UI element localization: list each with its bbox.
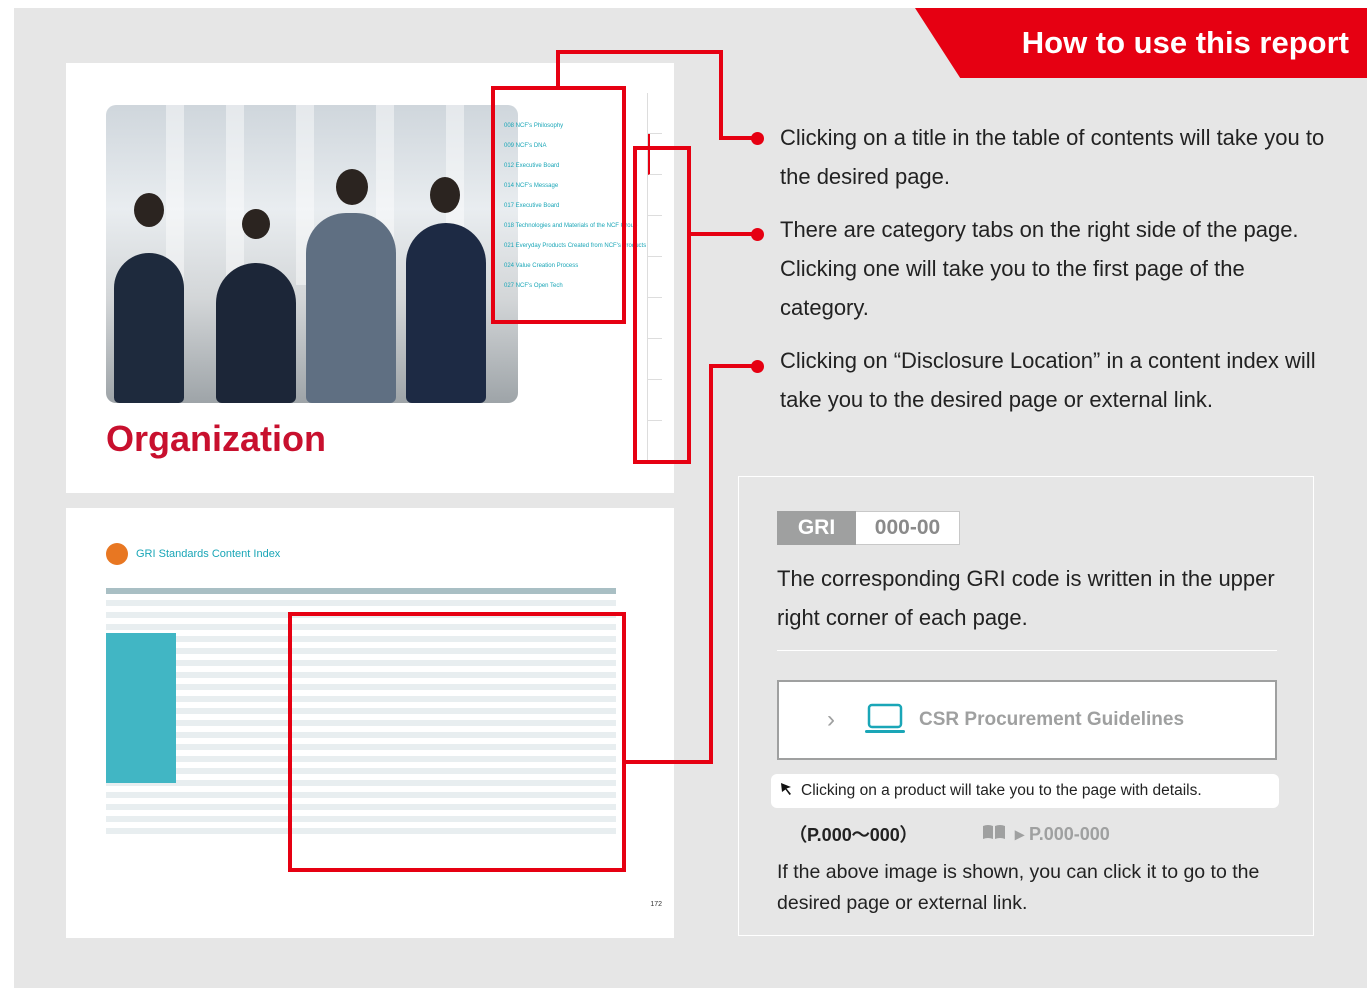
- connector-line: [556, 50, 723, 54]
- connector-dot: [751, 360, 764, 373]
- page-reference-link[interactable]: ▸ P.000-000: [981, 823, 1110, 846]
- chevron-right-icon: ›: [827, 706, 835, 733]
- page-banner: How to use this report: [915, 8, 1367, 78]
- gri-explanation: The corresponding GRI code is written in…: [777, 566, 1275, 630]
- gri-category-cell: [106, 633, 176, 783]
- book-icon: [981, 823, 1007, 846]
- connector-line: [719, 50, 723, 140]
- page-reference-text: ▸ P.000-000: [1015, 824, 1110, 844]
- click-note-text: Clicking on a product will take you to t…: [801, 782, 1202, 799]
- connector-line: [624, 760, 713, 764]
- gri-code: 000-00: [856, 511, 960, 545]
- info-box: GRI 000-00 The corresponding GRI code is…: [738, 476, 1314, 936]
- cursor-icon: [779, 781, 795, 802]
- tabs-description: There are category tabs on the right sid…: [780, 217, 1299, 320]
- click-note: Clicking on a product will take you to t…: [771, 774, 1279, 808]
- page-title: Organization: [106, 418, 327, 459]
- gri-code-tag: GRI 000-00: [777, 511, 960, 545]
- team-photo: [106, 105, 518, 403]
- gri-logo-icon: [106, 543, 128, 565]
- connector-line: [709, 364, 713, 764]
- connector-line: [556, 50, 560, 88]
- gri-index-header: GRI Standards Content Index: [106, 543, 280, 565]
- page-reference[interactable]: （P.000〜000）: [789, 821, 918, 847]
- disclosure-description: Clicking on “Disclosure Location” in a c…: [780, 348, 1316, 412]
- disclosure-highlight: [288, 612, 626, 872]
- toc-highlight: [491, 86, 626, 324]
- category-tab[interactable]: [648, 93, 662, 134]
- divider: [777, 650, 1277, 651]
- link-explanation: If the above image is shown, you can cli…: [777, 861, 1260, 914]
- connector-dot: [751, 228, 764, 241]
- laptop-icon: [863, 702, 907, 738]
- gri-label: GRI: [777, 511, 856, 545]
- gri-index-title: GRI Standards Content Index: [136, 548, 281, 560]
- toc-description: Clicking on a title in the table of cont…: [780, 125, 1325, 189]
- csr-guidelines-button[interactable]: › CSR Procurement Guidelines: [777, 680, 1277, 760]
- page-number: 172: [650, 901, 662, 908]
- tabs-highlight: [633, 146, 691, 464]
- connector-dot: [751, 132, 764, 145]
- csr-button-label: CSR Procurement Guidelines: [919, 709, 1185, 730]
- banner-title: How to use this report: [1021, 25, 1349, 60]
